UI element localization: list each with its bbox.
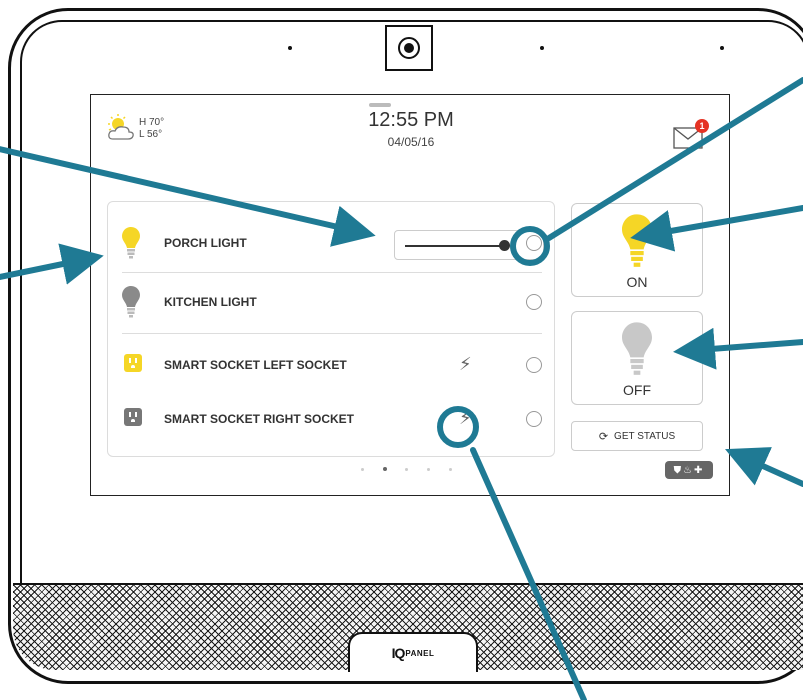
- get-status-label: GET STATUS: [614, 430, 676, 442]
- iq-panel-logo: IQ PANEL: [348, 632, 478, 672]
- device-name: KITCHEN LIGHT: [164, 295, 257, 309]
- slider-track: [405, 245, 505, 247]
- device-name: SMART SOCKET LEFT SOCKET: [164, 358, 347, 372]
- page-dot[interactable]: [361, 468, 364, 471]
- lightning-bolt-icon: ⚡︎: [459, 354, 472, 374]
- device-list: PORCH LIGHT KITCHEN LIGHT SMART SOCKET L…: [107, 201, 555, 457]
- device-toggle[interactable]: [526, 411, 542, 427]
- device-row-kitchen-light[interactable]: KITCHEN LIGHT: [122, 273, 542, 331]
- device-toggle[interactable]: [526, 357, 542, 373]
- bulb-icon: [122, 286, 140, 318]
- dimmer-slider[interactable]: [394, 230, 544, 260]
- device-name: SMART SOCKET RIGHT SOCKET: [164, 412, 355, 426]
- page-dot[interactable]: [405, 468, 408, 471]
- device-row-smart-socket-left[interactable]: SMART SOCKET LEFT SOCKET ⚡︎: [122, 336, 542, 394]
- get-status-button[interactable]: ⟳ GET STATUS: [571, 421, 703, 451]
- page-indicator[interactable]: [361, 465, 471, 475]
- socket-icon: [124, 354, 142, 372]
- divider: [122, 333, 542, 334]
- device-toggle[interactable]: [526, 235, 542, 251]
- refresh-icon: ⟳: [598, 430, 609, 443]
- socket-icon: [124, 408, 142, 426]
- medical-cross-icon: ✚: [694, 464, 705, 476]
- slider-knob[interactable]: [499, 240, 510, 251]
- shield-icon: ⛊: [673, 464, 684, 476]
- sensor-dot: [540, 46, 544, 50]
- device-row-smart-socket-right[interactable]: SMART SOCKET RIGHT SOCKET ⚡︎: [122, 390, 542, 448]
- notification-badge: 1: [695, 119, 709, 133]
- bulb-on-icon: [622, 214, 652, 267]
- page-dot[interactable]: [427, 468, 430, 471]
- flame-icon: ♨: [683, 464, 695, 476]
- page-dot-active[interactable]: [383, 467, 387, 471]
- off-label: OFF: [623, 382, 651, 398]
- on-button[interactable]: ON: [571, 203, 703, 297]
- sensor-dot: [288, 46, 292, 50]
- device-toggle[interactable]: [526, 294, 542, 310]
- system-tray-icons[interactable]: ⛊ ♨ ✚: [665, 461, 713, 479]
- bulb-icon: [122, 227, 140, 259]
- off-button[interactable]: OFF: [571, 311, 703, 405]
- bulb-off-icon: [622, 322, 652, 375]
- device-name: PORCH LIGHT: [164, 236, 247, 250]
- page-dot[interactable]: [449, 468, 452, 471]
- device-row-porch-light[interactable]: PORCH LIGHT: [122, 214, 544, 272]
- sensor-dot: [720, 46, 724, 50]
- on-label: ON: [626, 274, 648, 290]
- clock-date: 04/05/16: [387, 135, 435, 149]
- lightning-bolt-icon: ⚡︎: [459, 408, 472, 428]
- touch-screen: H 70° L 56° 12:55 PM 04/05/16 1 PORCH LI…: [90, 94, 730, 496]
- pull-down-handle[interactable]: [369, 103, 391, 107]
- clock-time: 12:55 PM: [368, 109, 454, 131]
- camera-icon: [385, 25, 433, 71]
